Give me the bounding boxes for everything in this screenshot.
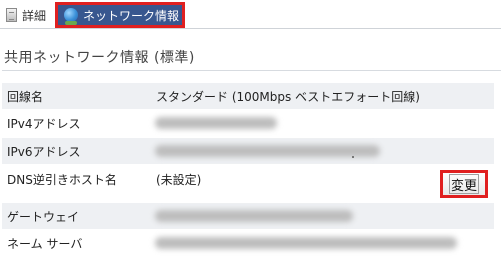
table-row-line-name: 回線名 スタンダード (100Mbps ベストエフォート回線) <box>2 83 494 109</box>
table-row-gateway: ゲートウェイ <box>2 203 494 229</box>
tab-network-info[interactable]: ネットワーク情報 <box>55 2 185 28</box>
row-label: IPv4アドレス <box>7 116 81 131</box>
row-label: 回線名 <box>7 89 44 104</box>
tab-divider <box>0 28 501 29</box>
document-icon <box>6 8 17 22</box>
row-label: ネーム サーバ <box>7 236 83 251</box>
redacted-value <box>155 237 457 249</box>
stray-mark <box>352 156 354 158</box>
change-button-label: 変更 <box>449 174 479 194</box>
redacted-value <box>155 117 277 129</box>
section-title: 共用ネットワーク情報 (標準) <box>4 50 195 66</box>
section-divider <box>2 70 501 71</box>
tab-bar: 詳細 ネットワーク情報 <box>0 0 501 31</box>
row-value: スタンダード (100Mbps ベストエフォート回線) <box>156 89 420 104</box>
table-row-name-server: ネーム サーバ <box>2 230 494 256</box>
table-row-ipv4: IPv4アドレス <box>2 110 494 136</box>
row-value: (未設定) <box>156 172 202 187</box>
redacted-value <box>155 145 380 157</box>
tab-detail-label: 詳細 <box>22 8 47 23</box>
table-row-dns-reverse: DNS逆引きホスト名 (未設定) <box>2 166 494 192</box>
table-row-ipv6: IPv6アドレス <box>2 138 494 164</box>
tab-detail[interactable]: 詳細 <box>2 2 54 28</box>
redacted-value <box>155 210 353 222</box>
globe-icon <box>64 8 78 25</box>
row-label: DNS逆引きホスト名 <box>7 172 117 187</box>
row-label: ゲートウェイ <box>7 209 80 224</box>
change-button[interactable]: 変更 <box>440 170 488 198</box>
tab-network-info-label: ネットワーク情報 <box>83 8 180 23</box>
row-label: IPv6アドレス <box>7 144 81 159</box>
